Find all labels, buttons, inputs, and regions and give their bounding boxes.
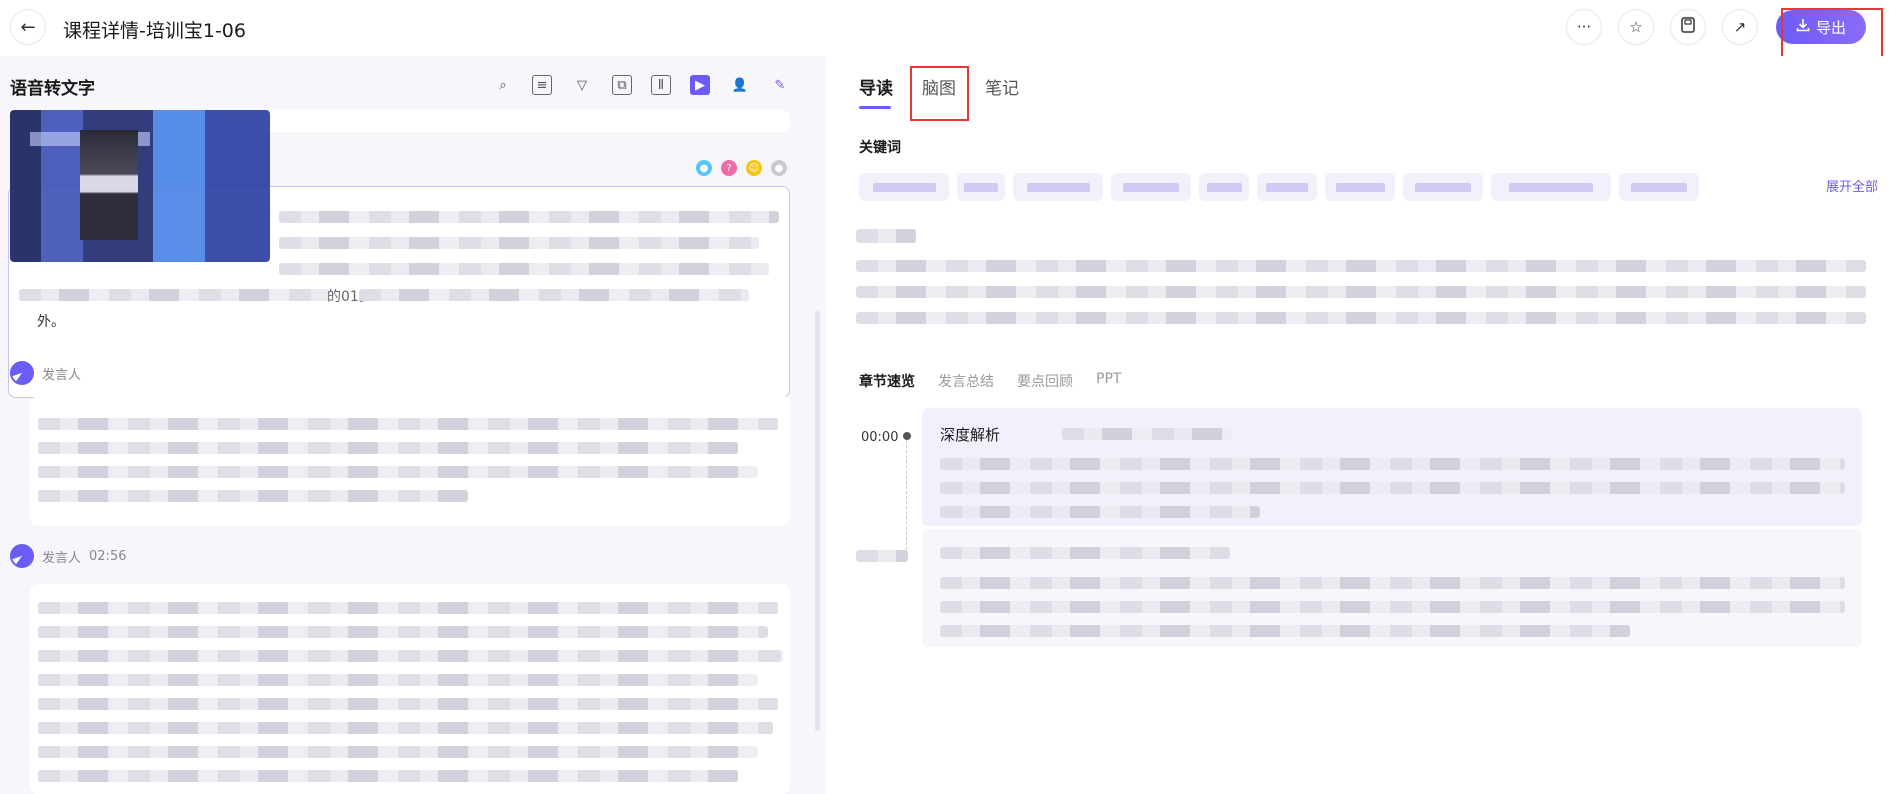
chapter-time-blurred (856, 550, 908, 562)
avatar (10, 361, 34, 385)
keyword-chip[interactable] (957, 173, 1005, 201)
summary-line (856, 312, 1866, 324)
speaker-row-2: 发言人 02:56 (10, 544, 126, 568)
copy-icon: ⧉ (617, 77, 627, 93)
subtab-chapters[interactable]: 章节速览 (859, 371, 915, 391)
speaker-row-1: 发言人 (10, 361, 89, 385)
subtab-speaker-summary[interactable]: 发言总结 (938, 371, 994, 391)
scrollbar[interactable] (815, 311, 820, 731)
chapter-card-active[interactable]: 深度解析 (922, 408, 1862, 526)
keyword-chip[interactable] (1403, 173, 1483, 201)
presenter-image (80, 130, 138, 240)
video-tool[interactable]: ▶ (690, 75, 710, 95)
filter-icon: ▽ (577, 77, 587, 93)
keyword-chip[interactable] (1199, 173, 1249, 201)
arrow-left-icon: ← (20, 16, 36, 38)
transcript-panel: 语音转文字 ⌕ ≡ ▽ ⧉ Ⅱ ▶ 👤 ✎ ● ? ☺ ● 的01。 外。 发言… (0, 56, 826, 794)
transcript-title: 语音转文字 (10, 79, 95, 99)
speaker-icon: 👤 (731, 77, 749, 93)
smile-reaction-icon[interactable]: ☺ (746, 160, 762, 176)
search-icon: ⌕ (499, 77, 507, 93)
filter-tool[interactable]: ▽ (572, 75, 592, 95)
share-button[interactable]: ↗ (1722, 9, 1758, 45)
expand-all-link[interactable]: 展开全部 (1826, 176, 1878, 195)
keyword-chip[interactable] (1111, 173, 1191, 201)
note-tool[interactable]: Ⅱ (651, 75, 671, 95)
note-icon: Ⅱ (657, 77, 665, 93)
highlight-mindmap-annotation (910, 66, 969, 121)
subtab-ppt[interactable]: PPT (1096, 371, 1121, 387)
speaker-name: 发言人 (42, 550, 82, 566)
keyword-chip[interactable] (859, 173, 949, 201)
avatar (10, 544, 34, 568)
paragraph-block[interactable] (30, 584, 790, 794)
speaker-name: 发言人 (42, 367, 82, 383)
save-icon (1681, 17, 1695, 37)
pen-icon: ✎ (774, 77, 786, 93)
tab-notes[interactable]: 笔记 (985, 74, 1019, 99)
more-button[interactable]: ··· (1566, 9, 1602, 45)
blurred-summary-strip (220, 110, 790, 132)
paragraph-tail: 外。 (37, 314, 65, 330)
speaker-time: 02:56 (89, 548, 127, 564)
lock-reaction-icon[interactable]: ● (771, 160, 787, 176)
keyword-chip[interactable] (1491, 173, 1611, 201)
search-tool[interactable]: ⌕ (493, 75, 513, 95)
subtab-key-points[interactable]: 要点回顾 (1017, 371, 1073, 391)
back-button[interactable]: ← (10, 9, 46, 45)
timeline-dot (903, 432, 911, 440)
pen-tool[interactable]: ✎ (770, 75, 790, 95)
more-icon: ··· (1576, 18, 1592, 36)
active-tab-indicator (859, 106, 891, 109)
keywords-label: 关键词 (859, 140, 901, 156)
speaker-tool[interactable]: 👤 (730, 75, 750, 95)
timeline-line (906, 440, 907, 550)
keyword-chip[interactable] (1257, 173, 1317, 201)
chapter-title: 深度解析 (940, 426, 1001, 444)
keyword-chip[interactable] (1325, 173, 1395, 201)
page-title: 课程详情-培训宝1-06 (63, 20, 246, 42)
save-button[interactable] (1670, 9, 1706, 45)
video-icon: ▶ (695, 77, 705, 93)
star-icon: ☆ (1629, 18, 1643, 36)
share-icon: ↗ (1733, 18, 1747, 36)
question-reaction-icon[interactable]: ? (721, 160, 737, 176)
summary-line (856, 260, 1866, 272)
chapter-card[interactable] (922, 529, 1862, 647)
blue-reaction-icon[interactable]: ● (696, 160, 712, 176)
chapter-time[interactable]: 00:00 (861, 430, 898, 445)
paragraph-block[interactable] (30, 396, 790, 526)
summary-line (856, 286, 1866, 298)
doc-tool[interactable]: ≡ (532, 75, 552, 95)
summary-heading-blurred (856, 229, 916, 243)
keyword-chip[interactable] (1619, 173, 1699, 201)
copy-tool[interactable]: ⧉ (612, 75, 632, 95)
guide-panel: 导读 脑图 笔记 关键词 展开全部 章节速览 发言总结 要点回顾 PPT 00:… (826, 56, 1889, 794)
favorite-button[interactable]: ☆ (1618, 9, 1654, 45)
video-player[interactable] (10, 110, 270, 262)
keyword-chip[interactable] (1013, 173, 1103, 201)
top-bar: ← 课程详情-培训宝1-06 ··· ☆ ↗ 导出 (0, 0, 1889, 56)
tab-guide[interactable]: 导读 (859, 74, 893, 99)
doc-icon: ≡ (536, 77, 548, 93)
